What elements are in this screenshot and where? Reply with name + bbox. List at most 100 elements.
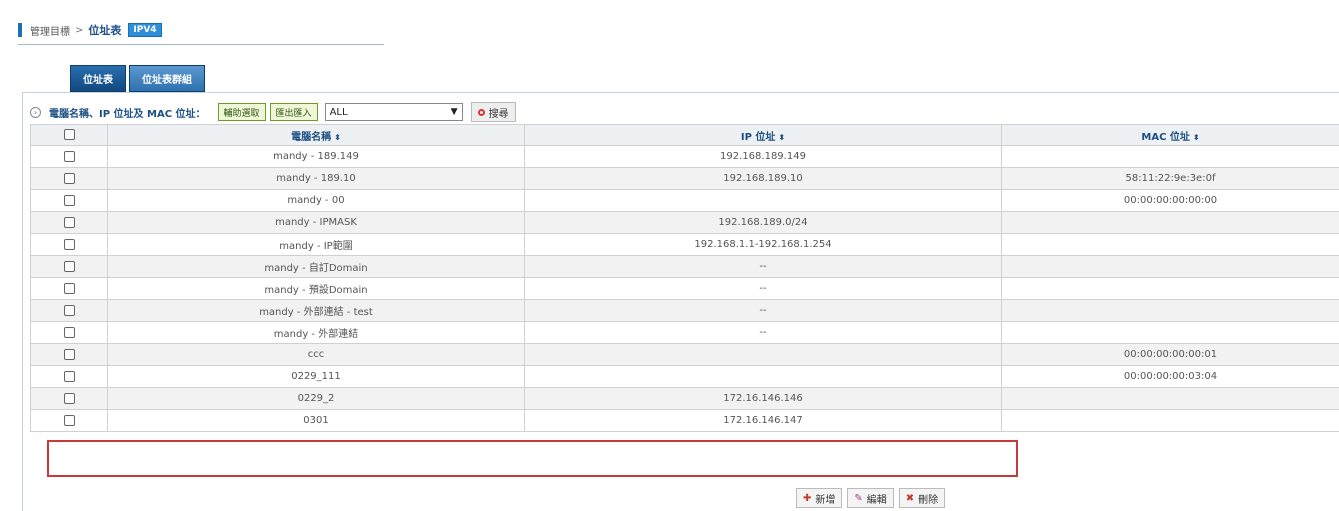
row-checkbox[interactable] bbox=[63, 150, 75, 162]
cell-mac-address bbox=[1001, 387, 1339, 410]
cell-ip-address: -- bbox=[524, 255, 1002, 278]
cell-computer-name: mandy - 自訂Domain bbox=[107, 255, 525, 278]
cell-mac-address bbox=[1001, 321, 1339, 344]
cell-mac-address bbox=[1001, 233, 1339, 256]
row-checkbox[interactable] bbox=[63, 194, 75, 206]
close-icon: ✖ bbox=[905, 492, 915, 504]
ipv4-badge: IPV4 bbox=[128, 23, 162, 37]
breadcrumb-parent[interactable]: 管理目標 bbox=[30, 23, 70, 38]
table-row[interactable]: 0229_2 172.16.146.146 bbox=[30, 387, 1339, 410]
row-checkbox-cell bbox=[30, 387, 108, 410]
sort-icon: ⬍ bbox=[334, 132, 341, 142]
row-checkbox-cell bbox=[30, 343, 108, 366]
breadcrumb-separator: > bbox=[75, 24, 84, 36]
column-ip-label: IP 位址 bbox=[740, 131, 776, 143]
cell-mac-address bbox=[1001, 277, 1339, 300]
search-button[interactable]: 搜尋 bbox=[470, 102, 516, 122]
table-header-row: 電腦名稱 ⬍ IP 位址 ⬍ MAC 位址 ⬍ bbox=[30, 124, 1339, 146]
cell-ip-address: 192.168.189.149 bbox=[524, 145, 1002, 168]
chevron-down-icon: ▼ bbox=[450, 107, 458, 117]
add-button[interactable]: ✚ 新增 bbox=[796, 488, 843, 508]
cell-mac-address bbox=[1001, 145, 1339, 168]
filter-row: › 電腦名稱、IP 位址及 MAC 位址： 輔助選取 匯出匯入 ALL ▼ 搜尋 bbox=[30, 102, 516, 122]
row-checkbox[interactable] bbox=[63, 326, 75, 338]
row-checkbox[interactable] bbox=[63, 348, 75, 360]
row-checkbox-cell bbox=[30, 167, 108, 190]
column-name-label: 電腦名稱 bbox=[291, 131, 332, 143]
table-row[interactable]: mandy - 預設Domain -- bbox=[30, 277, 1339, 300]
row-checkbox-cell bbox=[30, 211, 108, 234]
table-row[interactable]: 0229_111 00:00:00:00:03:04 bbox=[30, 365, 1339, 388]
cell-computer-name: mandy - 00 bbox=[107, 189, 525, 212]
column-header-ip[interactable]: IP 位址 ⬍ bbox=[524, 124, 1002, 146]
cell-mac-address bbox=[1001, 211, 1339, 234]
row-checkbox-cell bbox=[30, 321, 108, 344]
table-row[interactable]: ccc 00:00:00:00:00:01 bbox=[30, 343, 1339, 366]
row-checkbox[interactable] bbox=[63, 260, 75, 272]
table-row[interactable]: mandy - 外部連結 -- bbox=[30, 321, 1339, 344]
cell-mac-address: 00:00:00:00:00:00 bbox=[1001, 189, 1339, 212]
select-all-checkbox[interactable] bbox=[63, 129, 75, 141]
tab-address-group[interactable]: 位址表群組 bbox=[129, 65, 205, 92]
cell-computer-name: 0301 bbox=[107, 409, 525, 432]
row-checkbox[interactable] bbox=[63, 392, 75, 404]
cell-ip-address: -- bbox=[524, 277, 1002, 300]
row-checkbox[interactable] bbox=[63, 216, 75, 228]
import-export-button[interactable]: 匯出匯入 bbox=[269, 103, 318, 121]
column-header-mac[interactable]: MAC 位址 ⬍ bbox=[1001, 124, 1339, 146]
delete-button-label: 刪除 bbox=[918, 494, 939, 506]
row-checkbox[interactable] bbox=[63, 414, 75, 426]
cell-computer-name: mandy - 外部連結 bbox=[107, 321, 525, 344]
breadcrumb: 管理目標 > 位址表 IPV4 bbox=[18, 22, 162, 38]
sort-icon: ⬍ bbox=[778, 132, 786, 142]
cell-computer-name: mandy - IPMASK bbox=[107, 211, 525, 234]
breadcrumb-marker bbox=[18, 23, 22, 37]
edit-button[interactable]: ✎ 編輯 bbox=[847, 488, 894, 508]
assist-select-button[interactable]: 輔助選取 bbox=[217, 103, 266, 121]
cell-computer-name: mandy - 預設Domain bbox=[107, 277, 525, 300]
row-checkbox-cell bbox=[30, 299, 108, 322]
row-checkbox[interactable] bbox=[63, 172, 75, 184]
table-row[interactable]: mandy - 外部連結 - test -- bbox=[30, 299, 1339, 322]
table-row[interactable]: 0301 172.16.146.147 bbox=[30, 409, 1339, 432]
cell-mac-address bbox=[1001, 299, 1339, 322]
cell-ip-address: -- bbox=[524, 299, 1002, 322]
cell-mac-address: 00:00:00:00:03:04 bbox=[1001, 365, 1339, 388]
table-row[interactable]: mandy - IP範圍 192.168.1.1-192.168.1.254 bbox=[30, 233, 1339, 256]
row-checkbox-cell bbox=[30, 145, 108, 168]
cell-ip-address: -- bbox=[524, 321, 1002, 344]
cell-computer-name: 0229_2 bbox=[107, 387, 525, 410]
expand-circle-icon[interactable]: › bbox=[30, 106, 41, 118]
row-checkbox[interactable] bbox=[63, 238, 75, 250]
cell-mac-address: 58:11:22:9e:3e:0f bbox=[1001, 167, 1339, 190]
table-row[interactable]: mandy - 189.10 192.168.189.10 58:11:22:9e:… bbox=[30, 167, 1339, 190]
column-mac-label: MAC 位址 bbox=[1141, 131, 1190, 143]
add-button-label: 新增 bbox=[815, 494, 836, 506]
table-row[interactable]: mandy - 189.149 192.168.189.149 bbox=[30, 145, 1339, 168]
tab-bar: 位址表 位址表群組 bbox=[70, 65, 208, 92]
table-row[interactable]: mandy - 自訂Domain -- bbox=[30, 255, 1339, 278]
delete-button[interactable]: ✖ 刪除 bbox=[898, 488, 946, 508]
filter-select-value: ALL bbox=[329, 106, 348, 118]
row-checkbox[interactable] bbox=[63, 304, 75, 316]
action-bar: ✚ 新增 ✎ 編輯 ✖ 刪除 bbox=[796, 488, 950, 508]
filter-select[interactable]: ALL ▼ bbox=[324, 103, 463, 121]
cell-ip-address: 192.168.189.0/24 bbox=[524, 211, 1002, 234]
search-button-label: 搜尋 bbox=[488, 108, 509, 120]
table-row[interactable]: mandy - IPMASK 192.168.189.0/24 bbox=[30, 211, 1339, 234]
cell-mac-address: 00:00:00:00:00:01 bbox=[1001, 343, 1339, 366]
column-header-name[interactable]: 電腦名稱 ⬍ bbox=[107, 124, 525, 146]
cell-ip-address bbox=[524, 343, 1002, 366]
row-checkbox[interactable] bbox=[63, 370, 75, 382]
row-checkbox[interactable] bbox=[63, 282, 75, 294]
cell-computer-name: ccc bbox=[107, 343, 525, 366]
row-checkbox-cell bbox=[30, 365, 108, 388]
cell-computer-name: mandy - 外部連結 - test bbox=[107, 299, 525, 322]
tab-address-table[interactable]: 位址表 bbox=[70, 65, 126, 92]
cell-mac-address bbox=[1001, 409, 1339, 432]
address-table: 電腦名稱 ⬍ IP 位址 ⬍ MAC 位址 ⬍ mandy - 189.149 192.… bbox=[30, 124, 1339, 432]
table-row[interactable]: mandy - 00 00:00:00:00:00:00 bbox=[30, 189, 1339, 212]
table-body: mandy - 189.149 192.168.189.149 mandy - 18… bbox=[30, 145, 1339, 432]
cell-ip-address: 192.168.1.1-192.168.1.254 bbox=[524, 233, 1002, 256]
row-checkbox-cell bbox=[30, 233, 108, 256]
